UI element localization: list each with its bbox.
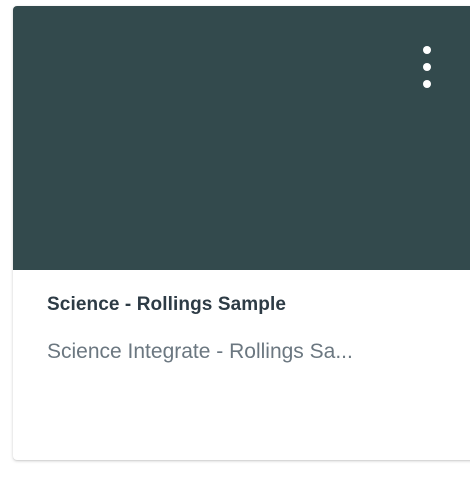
kebab-dot-top [423, 46, 431, 54]
course-card-options-button[interactable] [414, 42, 440, 92]
kebab-dot-middle [423, 63, 431, 71]
course-card-hero[interactable] [13, 6, 470, 270]
course-title[interactable]: Science - Rollings Sample [47, 294, 286, 316]
kebab-dot-bottom [423, 80, 431, 88]
dashboard-page: Science - Rollings Sample Science Integr… [0, 0, 470, 486]
course-card[interactable]: Science - Rollings Sample Science Integr… [13, 6, 470, 460]
course-subtitle: Science Integrate - Rollings Sa... [47, 340, 353, 363]
